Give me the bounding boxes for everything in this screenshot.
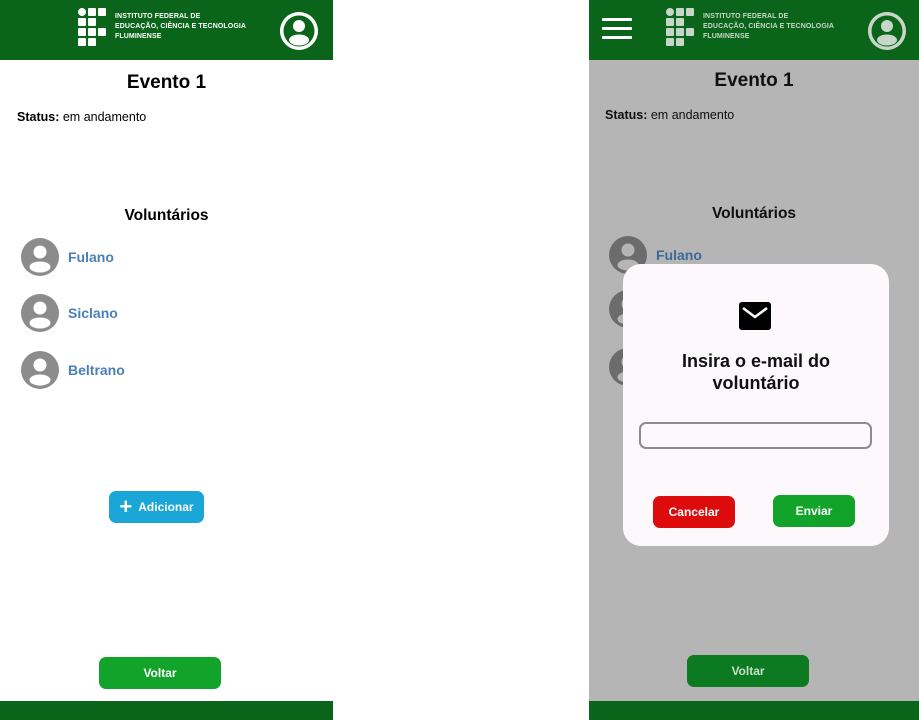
- back-button[interactable]: Voltar: [99, 657, 221, 689]
- volunteer-item[interactable]: Beltrano: [21, 351, 125, 389]
- volunteers-heading: Voluntários: [711, 205, 797, 222]
- app-footer: [589, 701, 919, 720]
- app-header: INSTITUTO FEDERAL DE EDUCAÇÃO, CIÊNCIA E…: [0, 0, 333, 60]
- status-label: Status:: [17, 110, 60, 124]
- person-avatar-icon: [21, 351, 59, 389]
- add-volunteer-button[interactable]: + Adicionar: [109, 491, 204, 523]
- cancel-button[interactable]: Cancelar: [653, 496, 735, 528]
- event-screen: INSTITUTO FEDERAL DE EDUCAÇÃO, CIÊNCIA E…: [0, 0, 333, 720]
- logo-text: INSTITUTO FEDERAL DE EDUCAÇÃO, CIÊNCIA E…: [703, 13, 835, 40]
- event-status: Status: em andamento: [17, 110, 146, 124]
- profile-icon[interactable]: [868, 12, 906, 50]
- hamburger-menu-icon[interactable]: [602, 18, 632, 40]
- logo-mark: [666, 8, 694, 46]
- status-value: em andamento: [650, 108, 735, 122]
- status-value: em andamento: [62, 110, 147, 124]
- canvas: INSTITUTO FEDERAL DE EDUCAÇÃO, CIÊNCIA E…: [0, 0, 919, 720]
- event-status: Status: em andamento: [605, 108, 734, 122]
- volunteer-name[interactable]: Fulano: [68, 249, 114, 265]
- app-header: INSTITUTO FEDERAL DE EDUCAÇÃO, CIÊNCIA E…: [589, 0, 919, 60]
- email-field[interactable]: [639, 422, 872, 449]
- ifff-logo: INSTITUTO FEDERAL DE EDUCAÇÃO, CIÊNCIA E…: [78, 8, 246, 46]
- add-button-label: Adicionar: [138, 500, 194, 514]
- event-title: Evento 1: [126, 72, 207, 93]
- back-button: Voltar: [687, 655, 809, 687]
- logo-text: INSTITUTO FEDERAL DE EDUCAÇÃO, CIÊNCIA E…: [115, 13, 247, 40]
- person-avatar-icon: [21, 294, 59, 332]
- add-volunteer-dialog: Insira o e-mail do voluntário Cancelar E…: [623, 264, 889, 546]
- dialog-title: Insira o e-mail do voluntário: [681, 351, 831, 393]
- volunteer-name: Fulano: [656, 247, 702, 263]
- logo-mark: [78, 8, 106, 46]
- volunteer-item[interactable]: Fulano: [21, 238, 114, 276]
- status-label: Status:: [605, 108, 648, 122]
- volunteers-heading: Voluntários: [124, 207, 209, 224]
- volunteer-name[interactable]: Siclano: [68, 305, 118, 321]
- person-avatar-icon: [21, 238, 59, 276]
- app-footer: [0, 701, 333, 720]
- event-screen-modal: INSTITUTO FEDERAL DE EDUCAÇÃO, CIÊNCIA E…: [589, 0, 919, 720]
- volunteer-item[interactable]: Siclano: [21, 294, 118, 332]
- ifff-logo: INSTITUTO FEDERAL DE EDUCAÇÃO, CIÊNCIA E…: [666, 8, 834, 46]
- event-title: Evento 1: [714, 70, 794, 91]
- send-button[interactable]: Enviar: [773, 495, 855, 527]
- profile-icon[interactable]: [280, 12, 318, 50]
- volunteer-name[interactable]: Beltrano: [68, 362, 125, 378]
- mail-icon: [739, 300, 771, 332]
- plus-icon: +: [119, 494, 133, 519]
